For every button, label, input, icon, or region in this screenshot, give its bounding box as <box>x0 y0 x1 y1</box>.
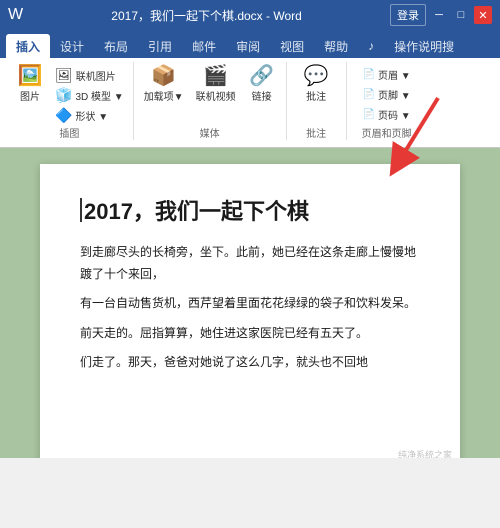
ribbon-group-comments: 💬 批注 批注 <box>287 62 347 140</box>
link-icon: 🔗 <box>249 66 274 86</box>
paragraph-4[interactable]: 们走了。那天，爸爸对她说了这么几字，就头也不回地 <box>80 352 420 374</box>
header-icon: 📄 <box>363 69 375 80</box>
tab-references[interactable]: 引用 <box>138 34 182 58</box>
paragraph-2[interactable]: 有一台自动售货机，西芹望着里面花花绿绿的袋子和饮料发呆。 <box>80 293 420 315</box>
word-icon: W <box>8 6 23 24</box>
ribbon-item-header[interactable]: 📄 页眉 ▼ <box>360 66 414 83</box>
group-label-media: 媒体 <box>134 125 286 140</box>
close-button[interactable]: ✕ <box>474 6 492 24</box>
comment-icon: 💬 <box>304 66 329 86</box>
tab-layout[interactable]: 布局 <box>94 34 138 58</box>
tab-view[interactable]: 视图 <box>270 34 314 58</box>
ribbon-item-picture[interactable]: 🖼️ 图片 <box>12 64 48 105</box>
document-area: 2017，我们一起下个棋 到走廊尽头的长椅旁，坐下。此前，她已经在这条走廊上慢慢… <box>0 148 500 458</box>
group-label-hf: 页眉和页脚 <box>347 125 427 140</box>
ribbon-column-small: 🖼 联机图片 🧊 3D 模型 ▼ 🔷 形状 ▼ <box>52 64 127 125</box>
group-label-illustrations: 插图 <box>6 125 133 140</box>
window-title: 2017，我们一起下个棋.docx - Word <box>23 7 390 24</box>
ribbon-group-illustrations: 🖼️ 图片 🖼 联机图片 🧊 3D 模型 ▼ 🔷 形状 ▼ 插图 <box>6 62 134 140</box>
paragraph-3[interactable]: 前天走的。屈指算算，她住进这家医院已经有五天了。 <box>80 323 420 345</box>
ribbon-item-link[interactable]: 🔗 链接 <box>244 64 280 105</box>
document-title: 2017，我们一起下个棋 <box>80 194 420 226</box>
picture-icon: 🖼️ <box>18 66 43 86</box>
ribbon-item-comment[interactable]: 💬 批注 <box>298 64 334 105</box>
tab-mailings[interactable]: 邮件 <box>182 34 226 58</box>
group-label-comments: 批注 <box>287 125 346 140</box>
online-video-icon: 🎬 <box>203 66 228 86</box>
tab-insert[interactable]: 插入 <box>6 34 50 58</box>
ribbon-item-addins[interactable]: 📦 加载项▼ <box>140 64 188 105</box>
ribbon-item-footer[interactable]: 📄 页脚 ▼ <box>360 86 414 103</box>
page-number-icon: 📄 <box>363 109 375 120</box>
tab-search[interactable]: 操作说明搜 <box>384 34 464 58</box>
tab-review[interactable]: 审阅 <box>226 34 270 58</box>
maximize-button[interactable]: □ <box>452 6 470 24</box>
ribbon-group-header-footer: 📄 页眉 ▼ 📄 页脚 ▼ 📄 页码 ▼ 页眉和页脚 <box>347 62 427 140</box>
ribbon-item-shapes[interactable]: 🔷 形状 ▼ <box>52 106 127 125</box>
minimize-button[interactable]: ─ <box>430 6 448 24</box>
tab-help[interactable]: 帮助 <box>314 34 358 58</box>
ribbon-item-3d[interactable]: 🧊 3D 模型 ▼ <box>52 86 127 105</box>
text-cursor <box>80 198 82 222</box>
ribbon-tabs: 插入 设计 布局 引用 邮件 审阅 视图 帮助 ♪ 操作说明搜 <box>0 30 500 58</box>
footer-icon: 📄 <box>363 89 375 100</box>
ribbon-hf-items: 📄 页眉 ▼ 📄 页脚 ▼ 📄 页码 ▼ <box>360 62 414 123</box>
ribbon-group-media: 📦 加载项▼ 🎬 联机视频 🔗 链接 媒体 <box>134 62 287 140</box>
3d-model-icon: 🧊 <box>55 87 72 104</box>
ribbon-item-online-video[interactable]: 🎬 联机视频 <box>192 64 240 105</box>
shapes-icon: 🔷 <box>55 107 72 124</box>
ribbon: 🖼️ 图片 🖼 联机图片 🧊 3D 模型 ▼ 🔷 形状 ▼ 插图 <box>0 58 500 148</box>
paragraph-1[interactable]: 到走廊尽头的长椅旁，坐下。此前，她已经在这条走廊上慢慢地踱了十个来回， <box>80 242 420 285</box>
ribbon-item-page-number[interactable]: 📄 页码 ▼ <box>360 106 414 123</box>
login-button[interactable]: 登录 <box>390 4 426 26</box>
tab-music[interactable]: ♪ <box>358 34 384 58</box>
watermark: 纯净系统之家ywjsy.com <box>398 449 452 458</box>
ribbon-item-online-pic[interactable]: 🖼 联机图片 <box>52 66 127 85</box>
document-page: 2017，我们一起下个棋 到走廊尽头的长椅旁，坐下。此前，她已经在这条走廊上慢慢… <box>40 164 460 458</box>
tab-design[interactable]: 设计 <box>50 34 94 58</box>
addins-icon: 📦 <box>151 66 176 86</box>
title-bar: W 2017，我们一起下个棋.docx - Word 登录 ─ □ ✕ <box>0 0 500 30</box>
online-pic-icon: 🖼 <box>55 67 73 84</box>
